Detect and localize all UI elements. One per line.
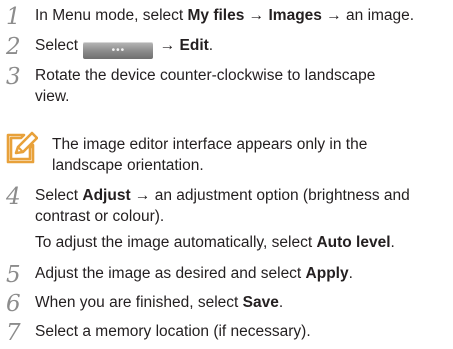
menu-auto-level: Auto level (316, 234, 391, 251)
step-text: In Menu mode, select My files → Images →… (35, 7, 415, 24)
step-4-subtext: To adjust the image automatically, selec… (35, 234, 395, 251)
more-options-button: ••• (83, 42, 154, 59)
step-text: Select Adjust → an adjustment option (br… (35, 187, 410, 225)
note-pencil-icon (6, 131, 38, 164)
menu-adjust: Adjust (82, 187, 131, 204)
note-text: The image editor interface appears only … (52, 136, 368, 174)
menu-apply: Apply (305, 265, 349, 282)
step-text: Select a memory location (if necessary). (35, 323, 311, 340)
step-number: 1 (6, 4, 21, 30)
step-number: 7 (6, 320, 21, 346)
menu-save: Save (242, 294, 279, 311)
step-text: Select ••• → Edit. (35, 35, 450, 59)
menu-edit: Edit (179, 37, 209, 54)
step-text: Adjust the image as desired and select A… (35, 265, 353, 282)
step-number: 2 (6, 34, 21, 60)
step-text: When you are finished, select Save. (35, 294, 284, 311)
step-number: 3 (6, 64, 21, 90)
step-number: 6 (6, 291, 21, 317)
step-number: 4 (6, 184, 21, 210)
menu-my-files: My files (187, 7, 245, 24)
step-text: Rotate the device counter-clockwise to l… (35, 67, 376, 105)
menu-images: Images (268, 7, 322, 24)
instruction-page: 1 In Menu mode, select My files → Images… (0, 0, 453, 349)
step-number: 5 (6, 262, 21, 288)
